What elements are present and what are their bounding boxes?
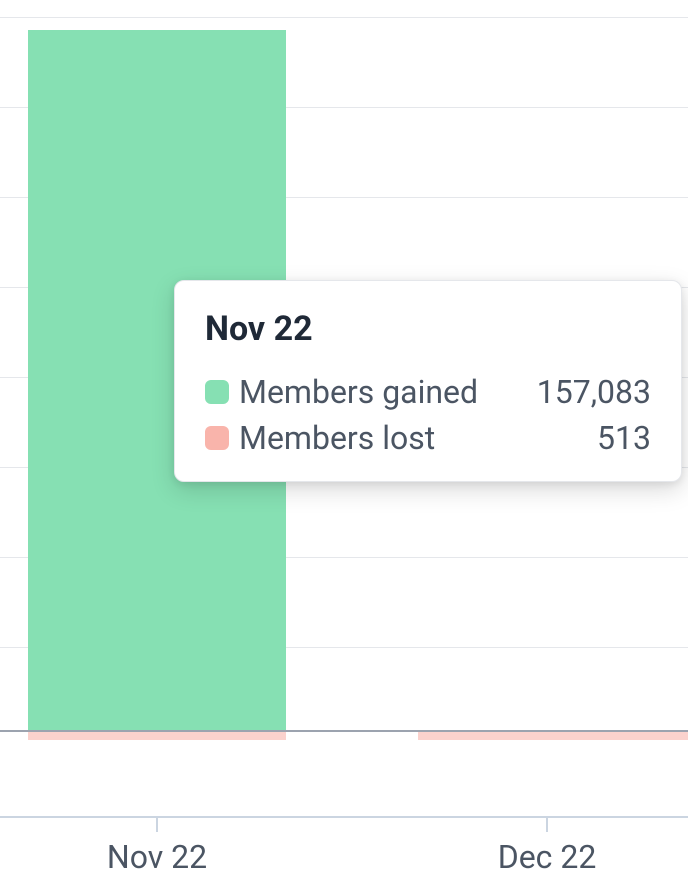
tooltip-label: Members gained: [239, 373, 537, 411]
swatch-green-icon: [205, 380, 229, 404]
x-axis-label-dec: Dec 22: [498, 838, 597, 876]
swatch-red-icon: [205, 426, 229, 450]
tooltip-row-gained: Members gained 157,083: [205, 373, 651, 411]
bar-members-lost-nov[interactable]: [28, 732, 286, 740]
tooltip-label: Members lost: [239, 419, 597, 457]
x-axis-label-nov: Nov 22: [107, 838, 207, 876]
tooltip-title: Nov 22: [205, 309, 651, 349]
x-axis-line: [0, 816, 688, 818]
chart-tooltip: Nov 22 Members gained 157,083 Members lo…: [174, 280, 682, 482]
x-axis-tick: [156, 816, 158, 832]
tooltip-value: 513: [597, 419, 651, 457]
tooltip-row-lost: Members lost 513: [205, 419, 651, 457]
x-axis-tick: [546, 816, 548, 832]
gridline: [0, 17, 688, 18]
tooltip-value: 157,083: [537, 373, 651, 411]
bar-members-lost-dec[interactable]: [418, 732, 688, 740]
